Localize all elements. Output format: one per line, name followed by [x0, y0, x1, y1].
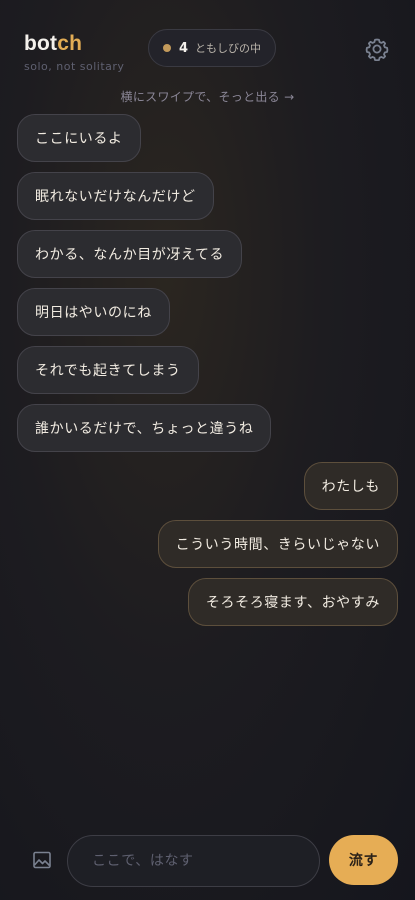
message-bubble: それでも起きてしまう [17, 346, 199, 394]
message-bubble: 明日はやいのにね [17, 288, 170, 336]
image-icon[interactable] [32, 850, 52, 870]
presence-pill[interactable]: 4 ともしびの中 [148, 29, 276, 67]
my-message-bubble: こういう時間、きらいじゃない [157, 520, 398, 568]
my-message-bubble: わたしも [303, 462, 398, 510]
tagline: solo, not solitary [24, 60, 125, 73]
app-logo: botch [24, 32, 82, 56]
composer: 流す [0, 832, 415, 888]
message-bubble: 誰かいるだけで、ちょっと違うね [17, 404, 272, 452]
message-bubble: 眠れないだけなんだけど [17, 172, 214, 220]
message-input[interactable] [67, 835, 320, 887]
message-bubble: わかる、なんか目が冴えてる [17, 230, 243, 278]
presence-count: 4 [179, 40, 189, 56]
logo-prefix: bot [24, 32, 58, 55]
presence-label: ともしびの中 [195, 42, 262, 55]
my-message-bubble: そろそろ寝ます、おやすみ [187, 578, 398, 626]
swipe-hint: 横にスワイプで、そっと出る → [120, 90, 295, 104]
send-button[interactable]: 流す [329, 835, 398, 885]
presence-dot-icon [163, 44, 171, 52]
gear-icon[interactable] [365, 37, 389, 61]
logo-accent: ch [57, 32, 83, 55]
message-bubble: ここにいるよ [17, 114, 141, 162]
app-header: botch solo, not solitary 4 ともしびの中 [0, 0, 415, 90]
